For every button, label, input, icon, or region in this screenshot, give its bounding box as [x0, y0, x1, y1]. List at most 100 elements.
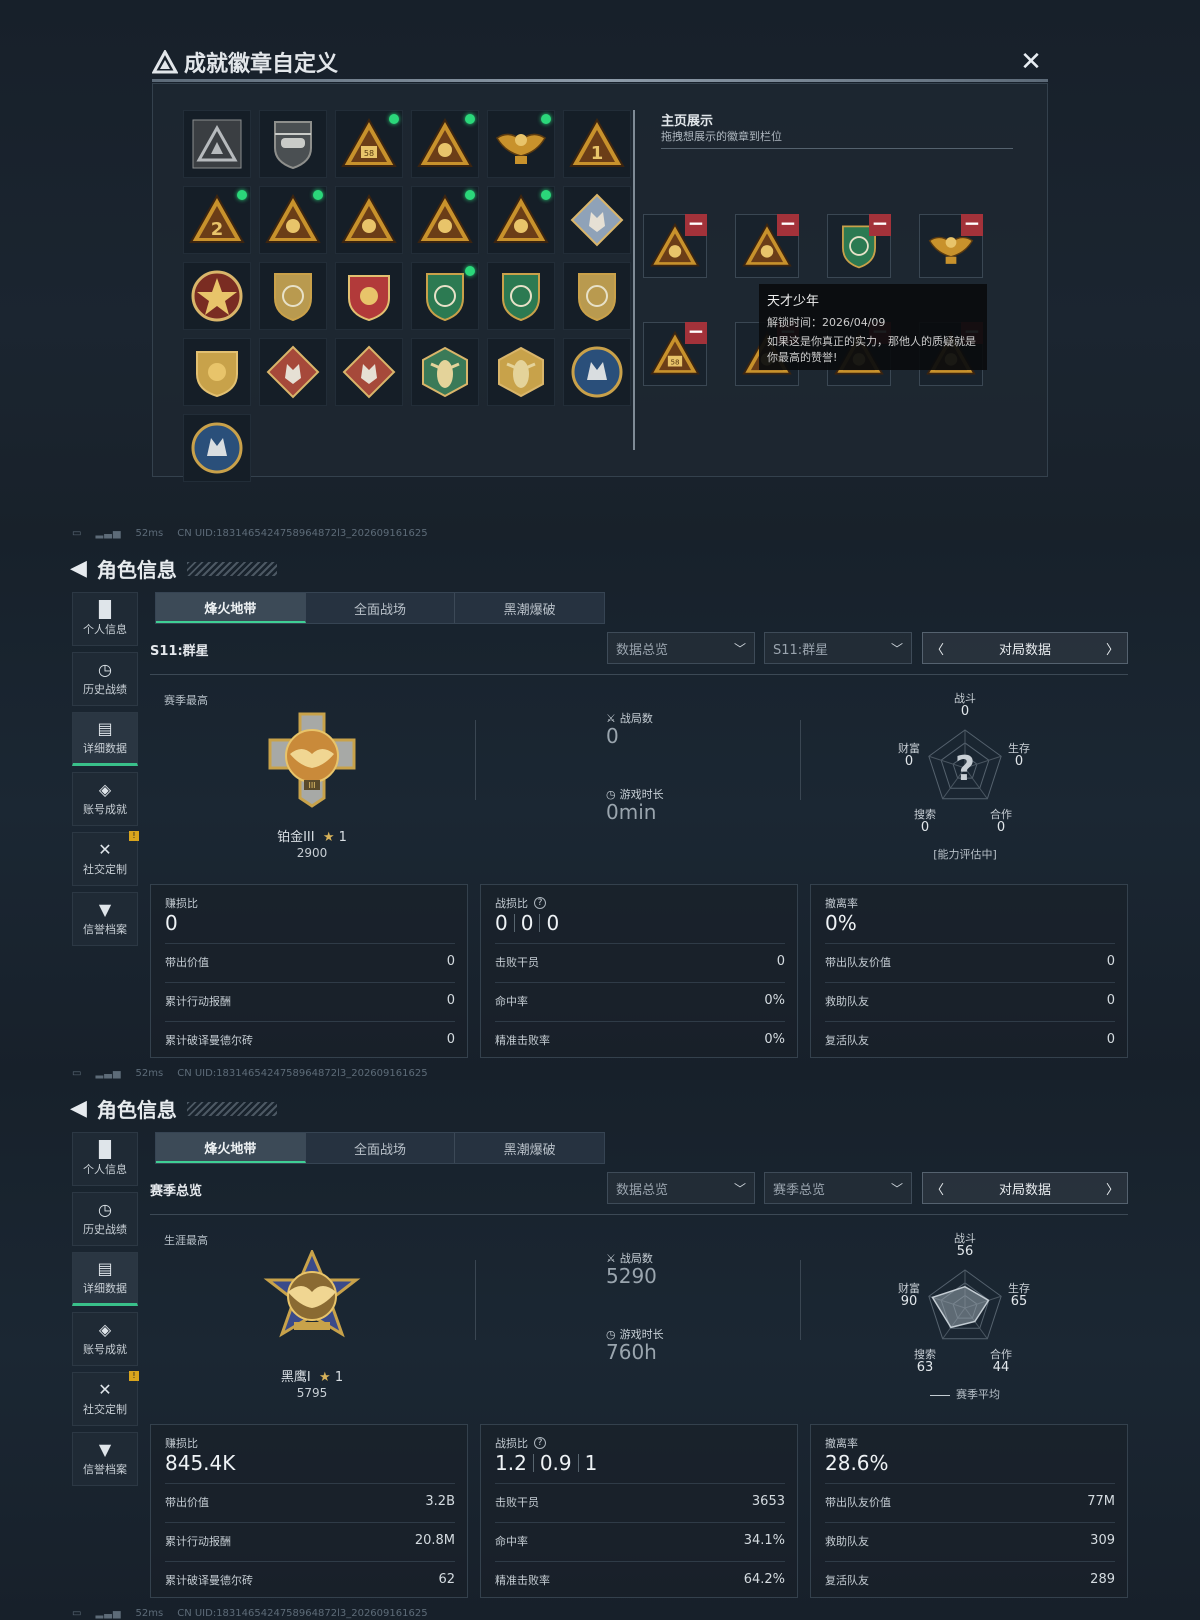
back-header[interactable]: ◀ 角色信息 — [70, 554, 277, 583]
close-icon[interactable]: ✕ — [1018, 49, 1044, 75]
badge-cell[interactable] — [183, 414, 251, 482]
back-arrow-icon[interactable]: ◀ — [70, 556, 87, 581]
back-header[interactable]: ◀ 角色信息 — [70, 1094, 277, 1123]
badge-cell[interactable] — [487, 186, 555, 254]
badge-cell[interactable] — [563, 262, 631, 330]
row-value: 0 — [1106, 954, 1115, 969]
triangle-logo-icon — [152, 50, 178, 74]
chevron-right-icon[interactable]: 〉 — [1106, 639, 1119, 658]
data-overview-dropdown[interactable]: 数据总览 ﹀ — [607, 1172, 755, 1204]
nav-detailed-data[interactable]: ▤ 详细数据 — [72, 712, 138, 766]
showcase-slot[interactable]: − — [643, 213, 707, 278]
badge-cell[interactable] — [487, 338, 555, 406]
radar-label-wealth: 财富 — [898, 741, 920, 755]
badge-cell[interactable] — [183, 338, 251, 406]
badge-cell[interactable]: 2 — [183, 186, 251, 254]
nav-personal-info[interactable]: ▐▌ 个人信息 — [72, 1132, 138, 1186]
nav-label: 账号成就 — [83, 803, 127, 816]
badge-cell[interactable] — [335, 338, 403, 406]
badge-cell[interactable] — [487, 262, 555, 330]
nav-label: 详细数据 — [83, 1282, 127, 1295]
crossed-swords-icon: ⚔ — [606, 711, 616, 725]
column-divider — [800, 1260, 801, 1340]
tab-warfare[interactable]: 全面战场 — [306, 1133, 456, 1163]
badge-cell[interactable]: 58 — [335, 110, 403, 178]
data-overview-dropdown[interactable]: 数据总览 ﹀ — [607, 632, 755, 664]
card-header: 战损比? — [495, 1435, 546, 1451]
new-dot-indicator — [465, 114, 475, 124]
card-header: 赚损比 — [165, 895, 198, 911]
badge-cell[interactable] — [183, 262, 251, 330]
badge-cell[interactable] — [259, 338, 327, 406]
badge-cell[interactable] — [411, 338, 479, 406]
nav-reputation[interactable]: ▼ 信誉档案 — [72, 1432, 138, 1486]
grid-scrollbar[interactable] — [633, 110, 635, 450]
stat-card: 撤离率 28.6% 带出队友价值 77M 救助队友 309 复活队友 289 — [810, 1424, 1128, 1598]
rank-name: 黑鹰I ★ 1 — [262, 1366, 362, 1385]
badge-cell[interactable] — [259, 262, 327, 330]
medal-icon: ◈ — [98, 1320, 112, 1339]
showcase-slot[interactable]: − — [827, 213, 891, 278]
remove-icon[interactable]: − — [685, 321, 707, 344]
page-title: 角色信息 — [96, 1098, 177, 1122]
badge-cell[interactable] — [563, 338, 631, 406]
showcase-divider — [661, 148, 1013, 149]
badge-cell[interactable] — [411, 110, 479, 178]
tab-operation[interactable]: 烽火地带 — [156, 593, 306, 623]
tab-warfare[interactable]: 全面战场 — [306, 593, 456, 623]
badge-cell[interactable] — [487, 110, 555, 178]
wasp-badge-icon — [422, 346, 468, 398]
badge-cell[interactable] — [563, 186, 631, 254]
nav-history[interactable]: ◷ 历史战绩 — [72, 652, 138, 706]
badge-cell[interactable] — [335, 262, 403, 330]
card-header-text: 战损比 — [495, 1437, 528, 1450]
match-data-switcher[interactable]: 〈 对局数据 〉 — [922, 1172, 1128, 1204]
badge-cell[interactable] — [411, 186, 479, 254]
showcase-slot[interactable]: 58 − — [643, 321, 707, 386]
battery-icon: ▭ — [72, 527, 82, 539]
help-icon[interactable]: ? — [534, 897, 546, 909]
nav-reputation[interactable]: ▼ 信誉档案 — [72, 892, 138, 946]
season-dropdown[interactable]: S11:群星 ﹀ — [764, 632, 912, 664]
nav-achievements[interactable]: ◈ 账号成就 — [72, 1312, 138, 1366]
badge-cell[interactable] — [183, 110, 251, 178]
chevron-left-icon[interactable]: 〈 — [931, 639, 944, 658]
rank-points: 5795 — [296, 1386, 328, 1400]
showcase-slot[interactable]: − — [735, 213, 799, 278]
remove-icon[interactable]: − — [685, 213, 707, 236]
header-divider — [150, 674, 1128, 675]
row-label: 救助队友 — [825, 1535, 869, 1548]
badge-cell[interactable] — [259, 110, 327, 178]
nav-social-custom[interactable]: ! ✕ 社交定制 — [72, 1371, 139, 1426]
showcase-title: 主页展示 — [661, 114, 714, 129]
season-dropdown[interactable]: 赛季总览 ﹀ — [764, 1172, 912, 1204]
star-icon: ★ — [322, 830, 335, 845]
match-data-switcher[interactable]: 〈 对局数据 〉 — [922, 632, 1128, 664]
remove-icon[interactable]: − — [961, 213, 983, 236]
dropdown-value: 数据总览 — [616, 1182, 669, 1198]
dropdown-value: S11:群星 — [773, 642, 829, 658]
nav-social-custom[interactable]: ! ✕ 社交定制 — [72, 831, 139, 886]
chevron-right-icon[interactable]: 〉 — [1106, 1179, 1119, 1198]
badge-cell[interactable]: 1 — [563, 110, 631, 178]
badge-cell[interactable] — [259, 186, 327, 254]
badge-cell[interactable] — [335, 186, 403, 254]
tab-blackout[interactable]: 黑潮爆破 — [455, 593, 604, 623]
back-arrow-icon[interactable]: ◀ — [70, 1096, 87, 1121]
nav-history[interactable]: ◷ 历史战绩 — [72, 1192, 138, 1246]
title-hatch-decoration — [186, 1101, 277, 1116]
chevron-left-icon[interactable]: 〈 — [931, 1179, 944, 1198]
nav-label: 社交定制 — [83, 1403, 127, 1416]
card-values: 000 — [495, 911, 559, 935]
showcase-slot[interactable]: − — [919, 213, 983, 278]
badge-cell[interactable] — [411, 262, 479, 330]
tab-operation[interactable]: 烽火地带 — [156, 1133, 306, 1163]
remove-icon[interactable]: − — [869, 213, 891, 236]
help-icon[interactable]: ? — [534, 1437, 546, 1449]
remove-icon[interactable]: − — [777, 213, 799, 236]
tab-blackout[interactable]: 黑潮爆破 — [455, 1133, 604, 1163]
card-value: 0.9 — [539, 1451, 572, 1475]
nav-achievements[interactable]: ◈ 账号成就 — [72, 772, 138, 826]
nav-detailed-data[interactable]: ▤ 详细数据 — [72, 1252, 138, 1306]
nav-personal-info[interactable]: ▐▌ 个人信息 — [72, 592, 138, 646]
